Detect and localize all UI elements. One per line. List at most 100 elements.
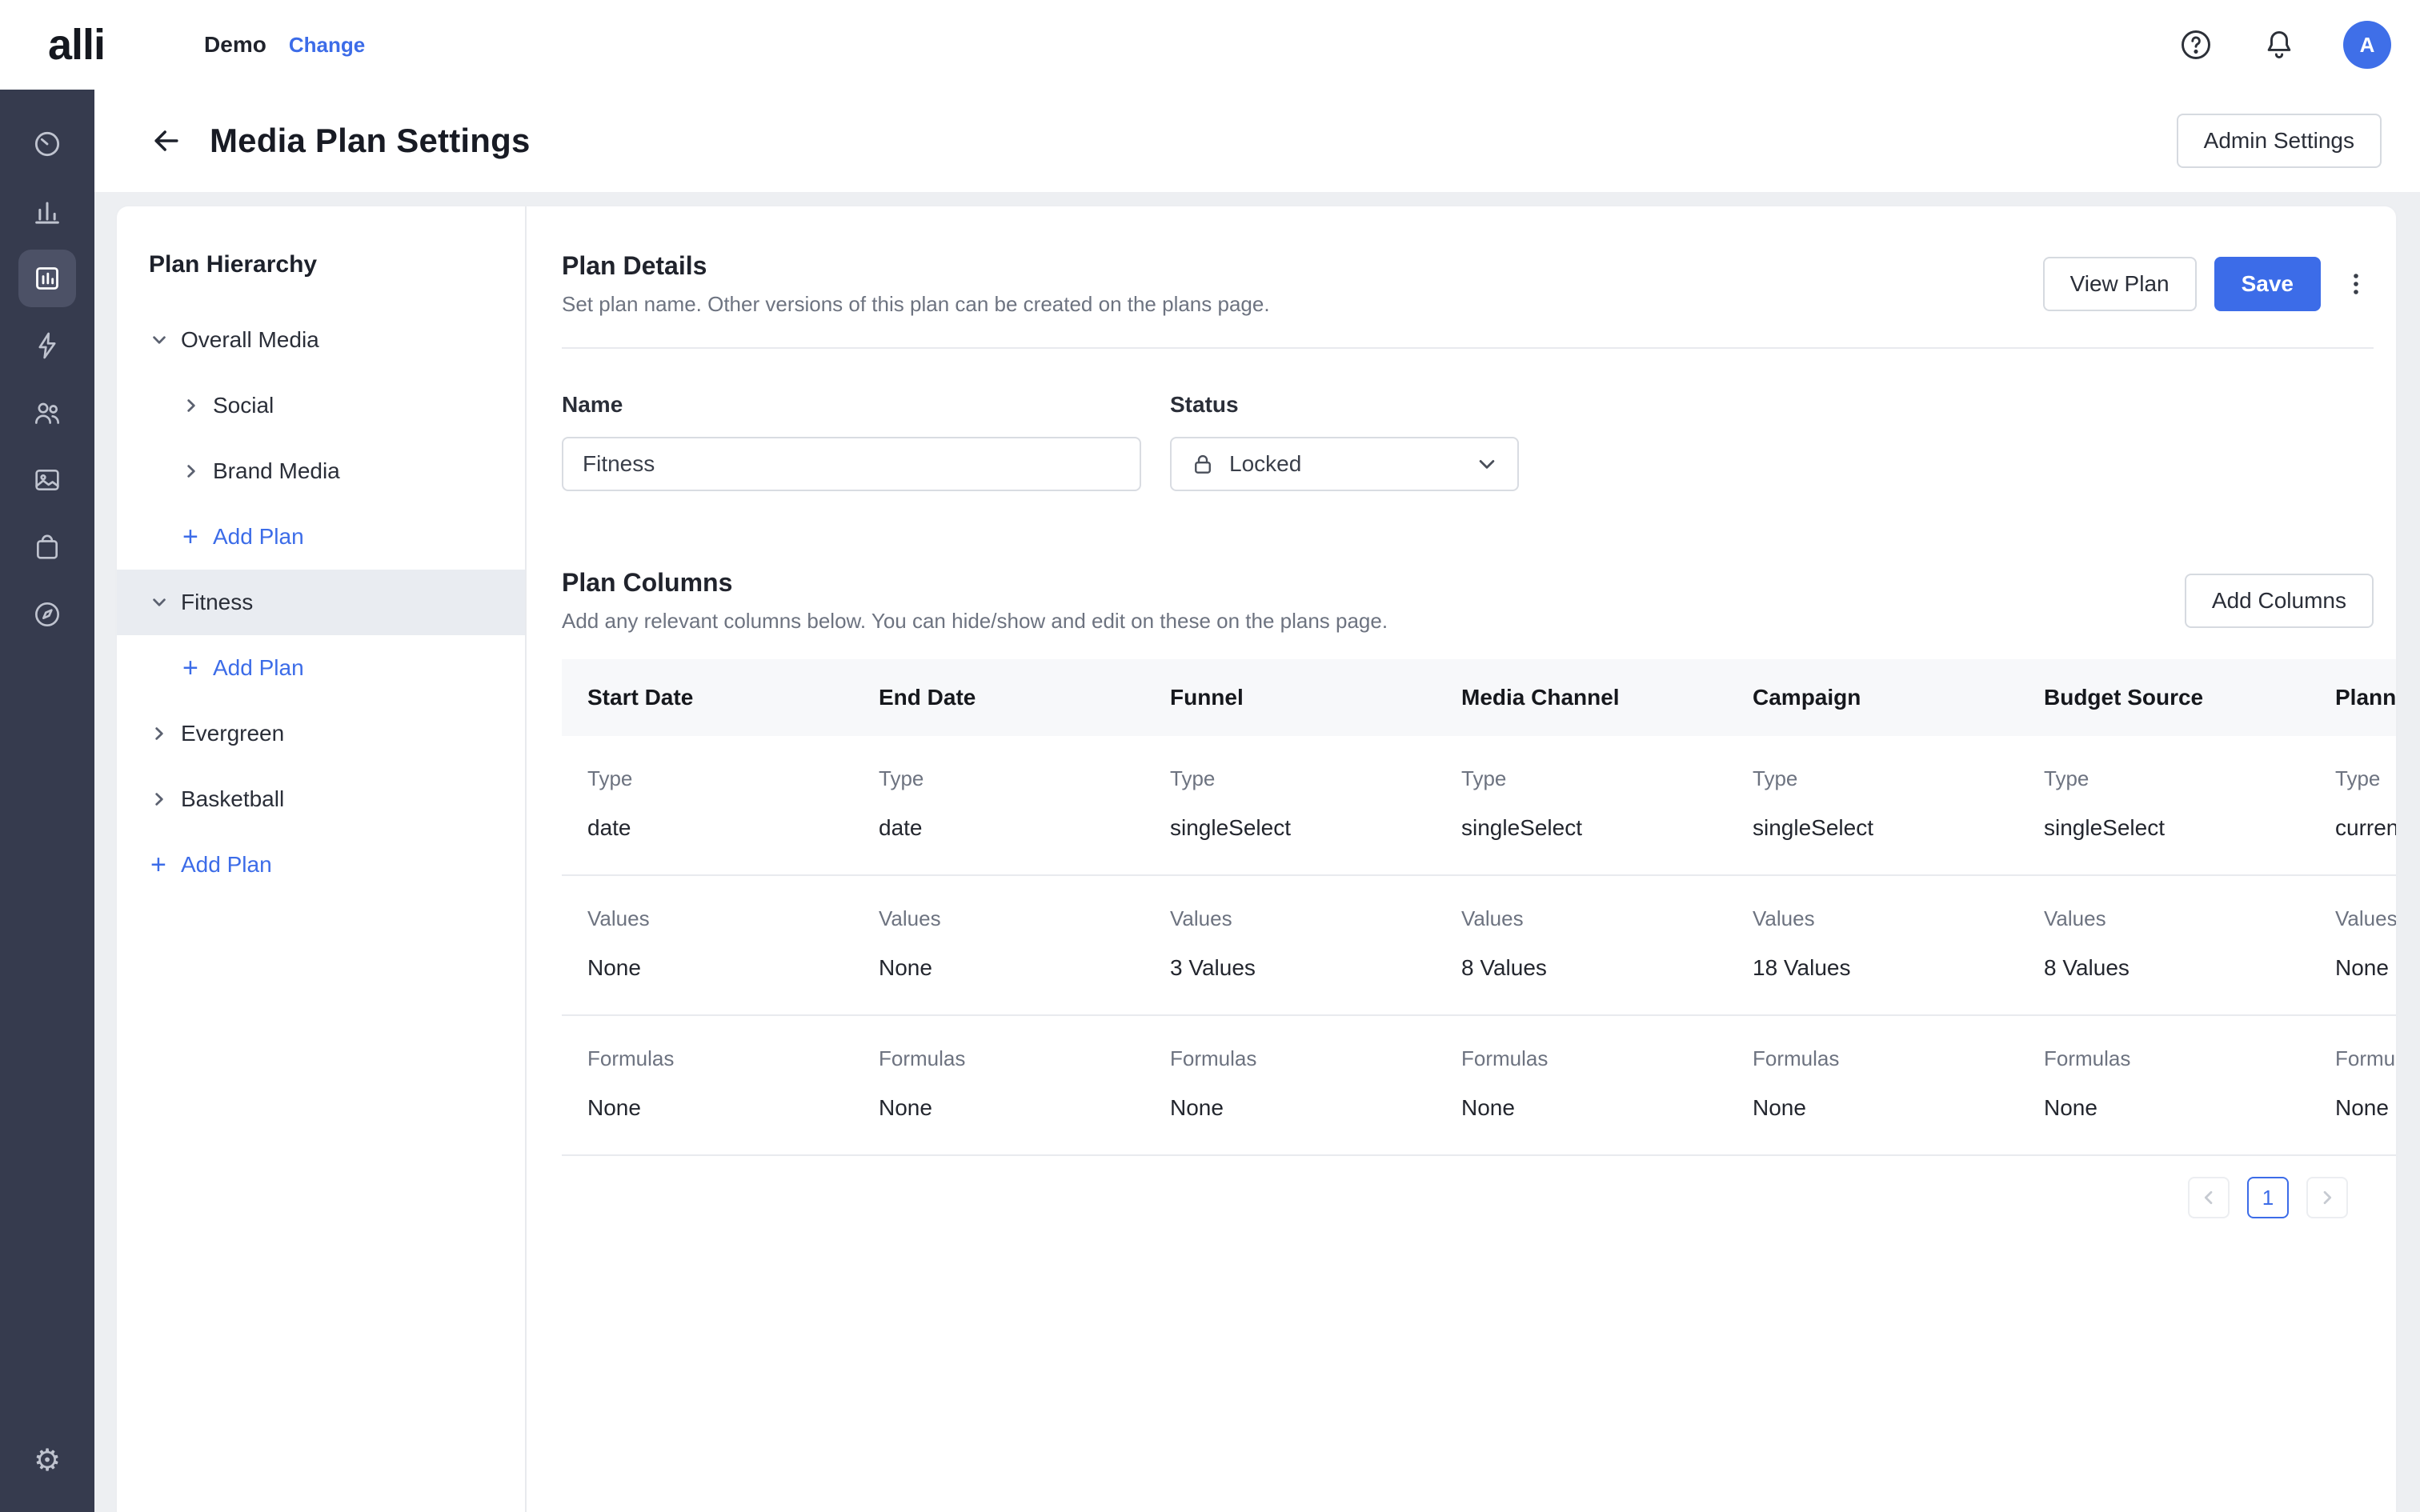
tree-item-basketball[interactable]: Basketball: [117, 766, 525, 832]
dashboard-gauge-icon[interactable]: [18, 115, 76, 173]
save-button[interactable]: Save: [2214, 257, 2321, 311]
cell-label: Values: [1170, 906, 1436, 931]
table-cell[interactable]: Values18 Values: [1727, 876, 2018, 1014]
view-plan-button[interactable]: View Plan: [2043, 257, 2197, 311]
table-cell[interactable]: Type singleSelect: [1727, 736, 2018, 874]
cell-label: Formulas: [879, 1046, 1144, 1071]
plan-details-header: Plan Details Set plan name. Other versio…: [562, 251, 2396, 317]
table-cell[interactable]: TypesingleSelect: [2018, 736, 2310, 874]
table-cell[interactable]: Formulas None: [853, 1016, 1144, 1154]
cell-value: None: [587, 955, 853, 981]
media-plans-board-icon[interactable]: [18, 250, 76, 307]
back-arrow-icon[interactable]: [146, 120, 187, 162]
column-header: Start Date: [562, 685, 853, 710]
content-area: Media Plan Settings Admin Settings Plan …: [94, 90, 2420, 1512]
status-label: Status: [1170, 392, 1519, 418]
tree-add-plan[interactable]: +Add Plan: [117, 504, 525, 570]
plan-details-title: Plan Details: [562, 251, 1270, 281]
tree-item-overall-media[interactable]: Overall Media: [117, 307, 525, 373]
help-icon[interactable]: [2177, 26, 2215, 64]
status-select-value: Locked: [1229, 451, 1301, 477]
table-cell[interactable]: Typecurrency: [2310, 736, 2396, 874]
plan-hierarchy-tree: Overall MediaSocialBrand Media+Add PlanF…: [117, 307, 525, 898]
cell-label: Formulas: [2044, 1046, 2310, 1071]
column-header: Budget Source: [2018, 685, 2310, 710]
chevron-down-icon: [150, 331, 176, 349]
chevron-right-icon: [182, 397, 208, 414]
name-field-group: Name: [562, 392, 1141, 491]
cell-label: Values: [587, 906, 853, 931]
table-cell[interactable]: Typedate: [562, 736, 853, 874]
cell-label: Formulas: [2335, 1046, 2396, 1071]
tree-item-label: Evergreen: [181, 721, 284, 746]
user-avatar[interactable]: A: [2343, 21, 2391, 69]
chevron-down-icon: [1476, 453, 1498, 475]
app-logo: alli: [48, 20, 105, 70]
bar-chart-icon[interactable]: [18, 182, 76, 240]
cell-value: 8 Values: [1461, 955, 1727, 981]
table-cell[interactable]: ValuesNone: [853, 876, 1144, 1014]
pagination-prev-icon[interactable]: [2188, 1177, 2230, 1218]
table-formulas-row: FormulasNoneFormulasNoneFormulasNoneForm…: [562, 1016, 2396, 1156]
tree-add-plan[interactable]: +Add Plan: [117, 635, 525, 701]
table-cell[interactable]: FormulasNone: [2018, 1016, 2310, 1154]
tree-item-label: Add Plan: [213, 655, 304, 681]
status-select[interactable]: Locked: [1170, 437, 1519, 491]
table-values-row: ValuesNoneValuesNoneValues3 ValuesValues…: [562, 876, 2396, 1016]
admin-settings-button[interactable]: Admin Settings: [2177, 114, 2382, 168]
settings-card: Plan Hierarchy Overall MediaSocialBrand …: [115, 205, 2398, 1512]
table-cell[interactable]: TypesingleSelect: [1436, 736, 1727, 874]
table-cell[interactable]: TypesingleSelect: [1144, 736, 1436, 874]
tree-item-brand-media[interactable]: Brand Media: [117, 438, 525, 504]
plan-columns-header: Plan Columns Add any relevant columns be…: [562, 568, 2396, 634]
table-cell[interactable]: Values None: [562, 876, 853, 1014]
plan-settings-main: Plan Details Set plan name. Other versio…: [527, 206, 2396, 1512]
lightning-icon[interactable]: [18, 317, 76, 374]
cell-label: Type: [1461, 766, 1727, 791]
plus-icon: +: [150, 850, 176, 881]
cell-label: Type: [587, 766, 853, 791]
pagination-page-1[interactable]: 1: [2247, 1177, 2289, 1218]
table-cell[interactable]: Values8 Values: [2018, 876, 2310, 1014]
plan-details-subtitle: Set plan name. Other versions of this pl…: [562, 292, 1270, 317]
tree-item-evergreen[interactable]: Evergreen: [117, 701, 525, 766]
table-cell[interactable]: FormulasNone: [1144, 1016, 1436, 1154]
tree-add-plan[interactable]: +Add Plan: [117, 832, 525, 898]
table-cell[interactable]: FormulasNone: [562, 1016, 853, 1154]
cell-label: Type: [2044, 766, 2310, 791]
cell-value: None: [879, 1095, 1144, 1121]
table-cell[interactable]: FormulasNone: [1436, 1016, 1727, 1154]
more-options-kebab-icon[interactable]: [2338, 260, 2374, 308]
workspace-change-link[interactable]: Change: [289, 33, 365, 58]
pagination-next-icon[interactable]: [2306, 1177, 2348, 1218]
cell-label: Values: [2335, 906, 2396, 931]
cell-value: None: [1170, 1095, 1436, 1121]
tree-item-label: Social: [213, 393, 274, 418]
column-header: End Date: [853, 685, 1144, 710]
name-input[interactable]: [562, 437, 1141, 491]
tree-item-social[interactable]: Social: [117, 373, 525, 438]
notifications-bell-icon[interactable]: [2260, 26, 2298, 64]
tree-item-fitness[interactable]: Fitness: [117, 570, 525, 635]
cell-label: Type: [1753, 766, 2018, 791]
add-columns-button[interactable]: Add Columns: [2185, 574, 2374, 628]
table-cell[interactable]: Type date: [853, 736, 1144, 874]
plan-details-actions: View Plan Save: [2043, 257, 2374, 311]
table-cell[interactable]: ValuesNone: [2310, 876, 2396, 1014]
lock-icon: [1191, 452, 1215, 476]
compass-icon[interactable]: [18, 586, 76, 643]
status-field-group: Status Locked: [1170, 392, 1519, 491]
table-header-row: Start DateEnd DateFunnelMedia ChannelCam…: [562, 659, 2396, 736]
cell-value: singleSelect: [1753, 815, 2018, 841]
image-icon[interactable]: [18, 451, 76, 509]
table-cell[interactable]: Values8 Values: [1436, 876, 1727, 1014]
cell-label: Type: [879, 766, 1144, 791]
people-icon[interactable]: [18, 384, 76, 442]
table-cell[interactable]: FormulasNone: [1727, 1016, 2018, 1154]
shopping-bag-icon[interactable]: [18, 518, 76, 576]
table-cell[interactable]: Values3 Values: [1144, 876, 1436, 1014]
plus-icon: +: [182, 522, 208, 553]
table-cell[interactable]: FormulasNone: [2310, 1016, 2396, 1154]
cell-value: date: [879, 815, 1144, 841]
settings-gear-icon[interactable]: ⚙: [18, 1432, 76, 1490]
